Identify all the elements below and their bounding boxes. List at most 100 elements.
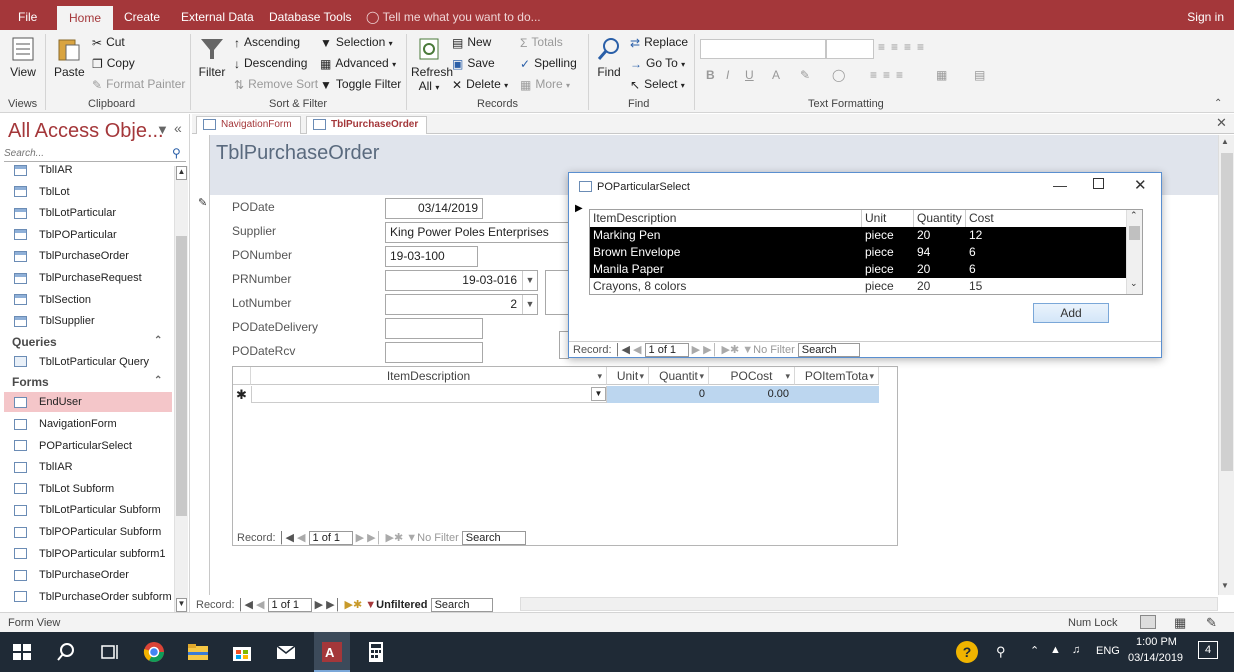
grid-cell-qty[interactable]: 20 xyxy=(914,261,930,278)
chevron-down-icon[interactable]: ⌄ xyxy=(1130,278,1138,289)
nav-menu-chevron-icon[interactable]: ▼ xyxy=(156,122,169,137)
chrome-icon[interactable] xyxy=(142,640,166,664)
podate-field[interactable]: 03/14/2019 xyxy=(385,198,483,219)
replace-button[interactable]: ⇄Replace xyxy=(630,35,688,50)
no-filter-label[interactable]: No Filter xyxy=(417,532,459,544)
nav-table-item[interactable]: TblLotParticular xyxy=(14,203,174,223)
grid-cell-cost[interactable]: 6 xyxy=(966,244,976,261)
network-icon[interactable]: ▲ xyxy=(1050,644,1061,656)
nav-section-forms[interactable]: Forms⌃ xyxy=(12,375,49,389)
tab-home[interactable]: Home xyxy=(57,6,113,30)
save-button[interactable]: ▣Save xyxy=(452,56,495,71)
add-button[interactable]: Add xyxy=(1033,303,1109,323)
scroll-down-icon[interactable]: ▼ xyxy=(1221,581,1229,590)
main-search[interactable]: Search xyxy=(431,598,493,612)
maximize-icon[interactable] xyxy=(1093,178,1104,189)
chevron-down-icon[interactable]: ▼ xyxy=(522,271,537,290)
alternate-row-button[interactable]: ▤ xyxy=(974,68,985,82)
podatercv-field[interactable] xyxy=(385,342,483,363)
sort-ascending-button[interactable]: ↑Ascending xyxy=(234,35,300,50)
subform-search[interactable]: Search xyxy=(462,531,526,545)
selection-button[interactable]: ▼Selection ▾ xyxy=(320,35,393,50)
close-icon[interactable]: ✕ xyxy=(1134,176,1147,194)
nav-table-item[interactable]: TblPOParticular xyxy=(14,225,174,245)
more-button[interactable]: ▦More ▾ xyxy=(520,77,570,92)
remove-sort-button[interactable]: ⇅Remove Sort xyxy=(234,77,318,92)
popup-search[interactable]: Search xyxy=(798,343,860,357)
collapse-section-icon[interactable]: ⌃ xyxy=(154,375,162,386)
next-record-icon[interactable]: ▶ xyxy=(692,344,700,356)
form-view-icon[interactable] xyxy=(1140,615,1156,629)
tab-create[interactable]: Create xyxy=(124,0,160,30)
font-name-combo[interactable] xyxy=(700,39,826,59)
tab-navigationform[interactable]: NavigationForm xyxy=(196,116,301,134)
clock-time[interactable]: 1:00 PM xyxy=(1136,636,1177,648)
next-record-icon[interactable]: ▶ xyxy=(356,532,364,544)
sort-menu-icon[interactable]: ▾ xyxy=(597,367,602,385)
format-painter-button[interactable]: ✎Format Painter xyxy=(92,77,185,92)
select-all-cell[interactable] xyxy=(233,367,251,385)
grid-cell-qty[interactable]: 20 xyxy=(914,227,930,244)
supplier-field[interactable]: King Power Poles Enterprises xyxy=(385,222,575,243)
scroll-up-icon[interactable]: ▲ xyxy=(176,166,187,180)
nav-table-item[interactable]: TblSection xyxy=(14,290,174,310)
tab-database-tools[interactable]: Database Tools xyxy=(269,0,352,30)
tell-me-box[interactable]: ◯ Tell me what you want to do... xyxy=(366,0,541,30)
file-explorer-icon[interactable] xyxy=(186,640,210,664)
advanced-button[interactable]: ▦Advanced ▾ xyxy=(320,56,396,71)
nav-table-item[interactable]: TblIAR xyxy=(14,160,174,180)
nav-section-queries[interactable]: Queries⌃ xyxy=(12,335,57,349)
collapse-section-icon[interactable]: ⌃ xyxy=(154,335,162,346)
col-poitemtotal[interactable]: POItemTota▾ xyxy=(795,367,879,385)
grid-cell-qty[interactable]: 94 xyxy=(914,244,930,261)
col-unit[interactable]: Unit▾ xyxy=(607,367,649,385)
side-box[interactable] xyxy=(545,270,569,315)
prev-record-icon[interactable]: ◀ xyxy=(633,344,641,356)
scroll-thumb[interactable] xyxy=(176,236,187,516)
chevron-down-icon[interactable]: ▼ xyxy=(591,387,606,401)
col-pocost[interactable]: POCost▾ xyxy=(709,367,795,385)
prev-record-icon[interactable]: ◀ xyxy=(297,532,305,544)
paste-button[interactable]: Paste xyxy=(54,36,84,79)
nav-query-item[interactable]: TblLotParticular Query xyxy=(14,352,174,372)
nav-form-item[interactable]: TblPOParticular subform1 xyxy=(14,544,174,564)
nav-form-item[interactable]: TblLotParticular Subform xyxy=(14,500,174,520)
nav-form-item[interactable]: NavigationForm xyxy=(14,414,174,434)
language-indicator[interactable]: ENG xyxy=(1096,645,1120,657)
nav-form-item[interactable]: POParticularSelect xyxy=(14,436,174,456)
grid-cell-cost[interactable]: 15 xyxy=(966,278,982,295)
datasheet-view-icon[interactable]: ▦ xyxy=(1174,613,1186,633)
prnumber-combo[interactable]: 19-03-016▼ xyxy=(385,270,538,291)
find-button[interactable]: Find xyxy=(594,36,624,79)
view-button[interactable]: View xyxy=(8,36,38,79)
nav-collapse-icon[interactable]: « xyxy=(174,120,182,136)
nav-form-item[interactable]: EndUser xyxy=(4,392,172,412)
grid-cell-item[interactable]: Crayons, 8 colors xyxy=(590,278,686,295)
grid-row[interactable]: Brown Envelopepiece946 xyxy=(590,244,1126,261)
scroll-up-icon[interactable]: ▲ xyxy=(1221,137,1229,146)
grid-scrollbar[interactable]: ⌃ ⌄ xyxy=(1126,210,1142,294)
tab-tblpurchaseorder[interactable]: TblPurchaseOrder xyxy=(306,116,427,134)
grid-cell-item[interactable]: Brown Envelope xyxy=(590,244,680,261)
refresh-all-button[interactable]: RefreshAll ▾ xyxy=(411,36,447,93)
grid-row[interactable]: Manila Paperpiece206 xyxy=(590,261,1126,278)
first-record-icon[interactable]: │◀ xyxy=(279,532,294,544)
new-record-button[interactable]: ▤New xyxy=(452,35,491,50)
font-size-combo[interactable] xyxy=(826,39,874,59)
calculator-icon[interactable] xyxy=(364,640,388,664)
unfiltered-label[interactable]: Unfiltered xyxy=(376,599,427,611)
subform-record-position[interactable]: 1 of 1 xyxy=(309,531,353,545)
task-view-icon[interactable] xyxy=(98,640,122,664)
italic-button[interactable]: I xyxy=(726,68,729,82)
first-record-icon[interactable]: │◀ xyxy=(238,599,253,611)
underline-button[interactable]: U xyxy=(745,68,754,82)
nav-scrollbar[interactable]: ▲ ▼ xyxy=(174,166,188,612)
nav-table-item[interactable]: TblPurchaseRequest xyxy=(14,268,174,288)
nav-table-item[interactable]: TblSupplier xyxy=(14,311,174,331)
grid-row[interactable]: Marking Penpiece2012 xyxy=(590,227,1126,244)
nav-form-item[interactable]: TblPurchaseOrder xyxy=(14,565,174,585)
col-itemdescription[interactable]: ItemDescription xyxy=(590,210,862,227)
grid-cell-unit[interactable]: piece xyxy=(862,261,894,278)
grid-cell-unit[interactable]: piece xyxy=(862,227,894,244)
fill-color-button[interactable]: ◯ xyxy=(832,68,845,82)
